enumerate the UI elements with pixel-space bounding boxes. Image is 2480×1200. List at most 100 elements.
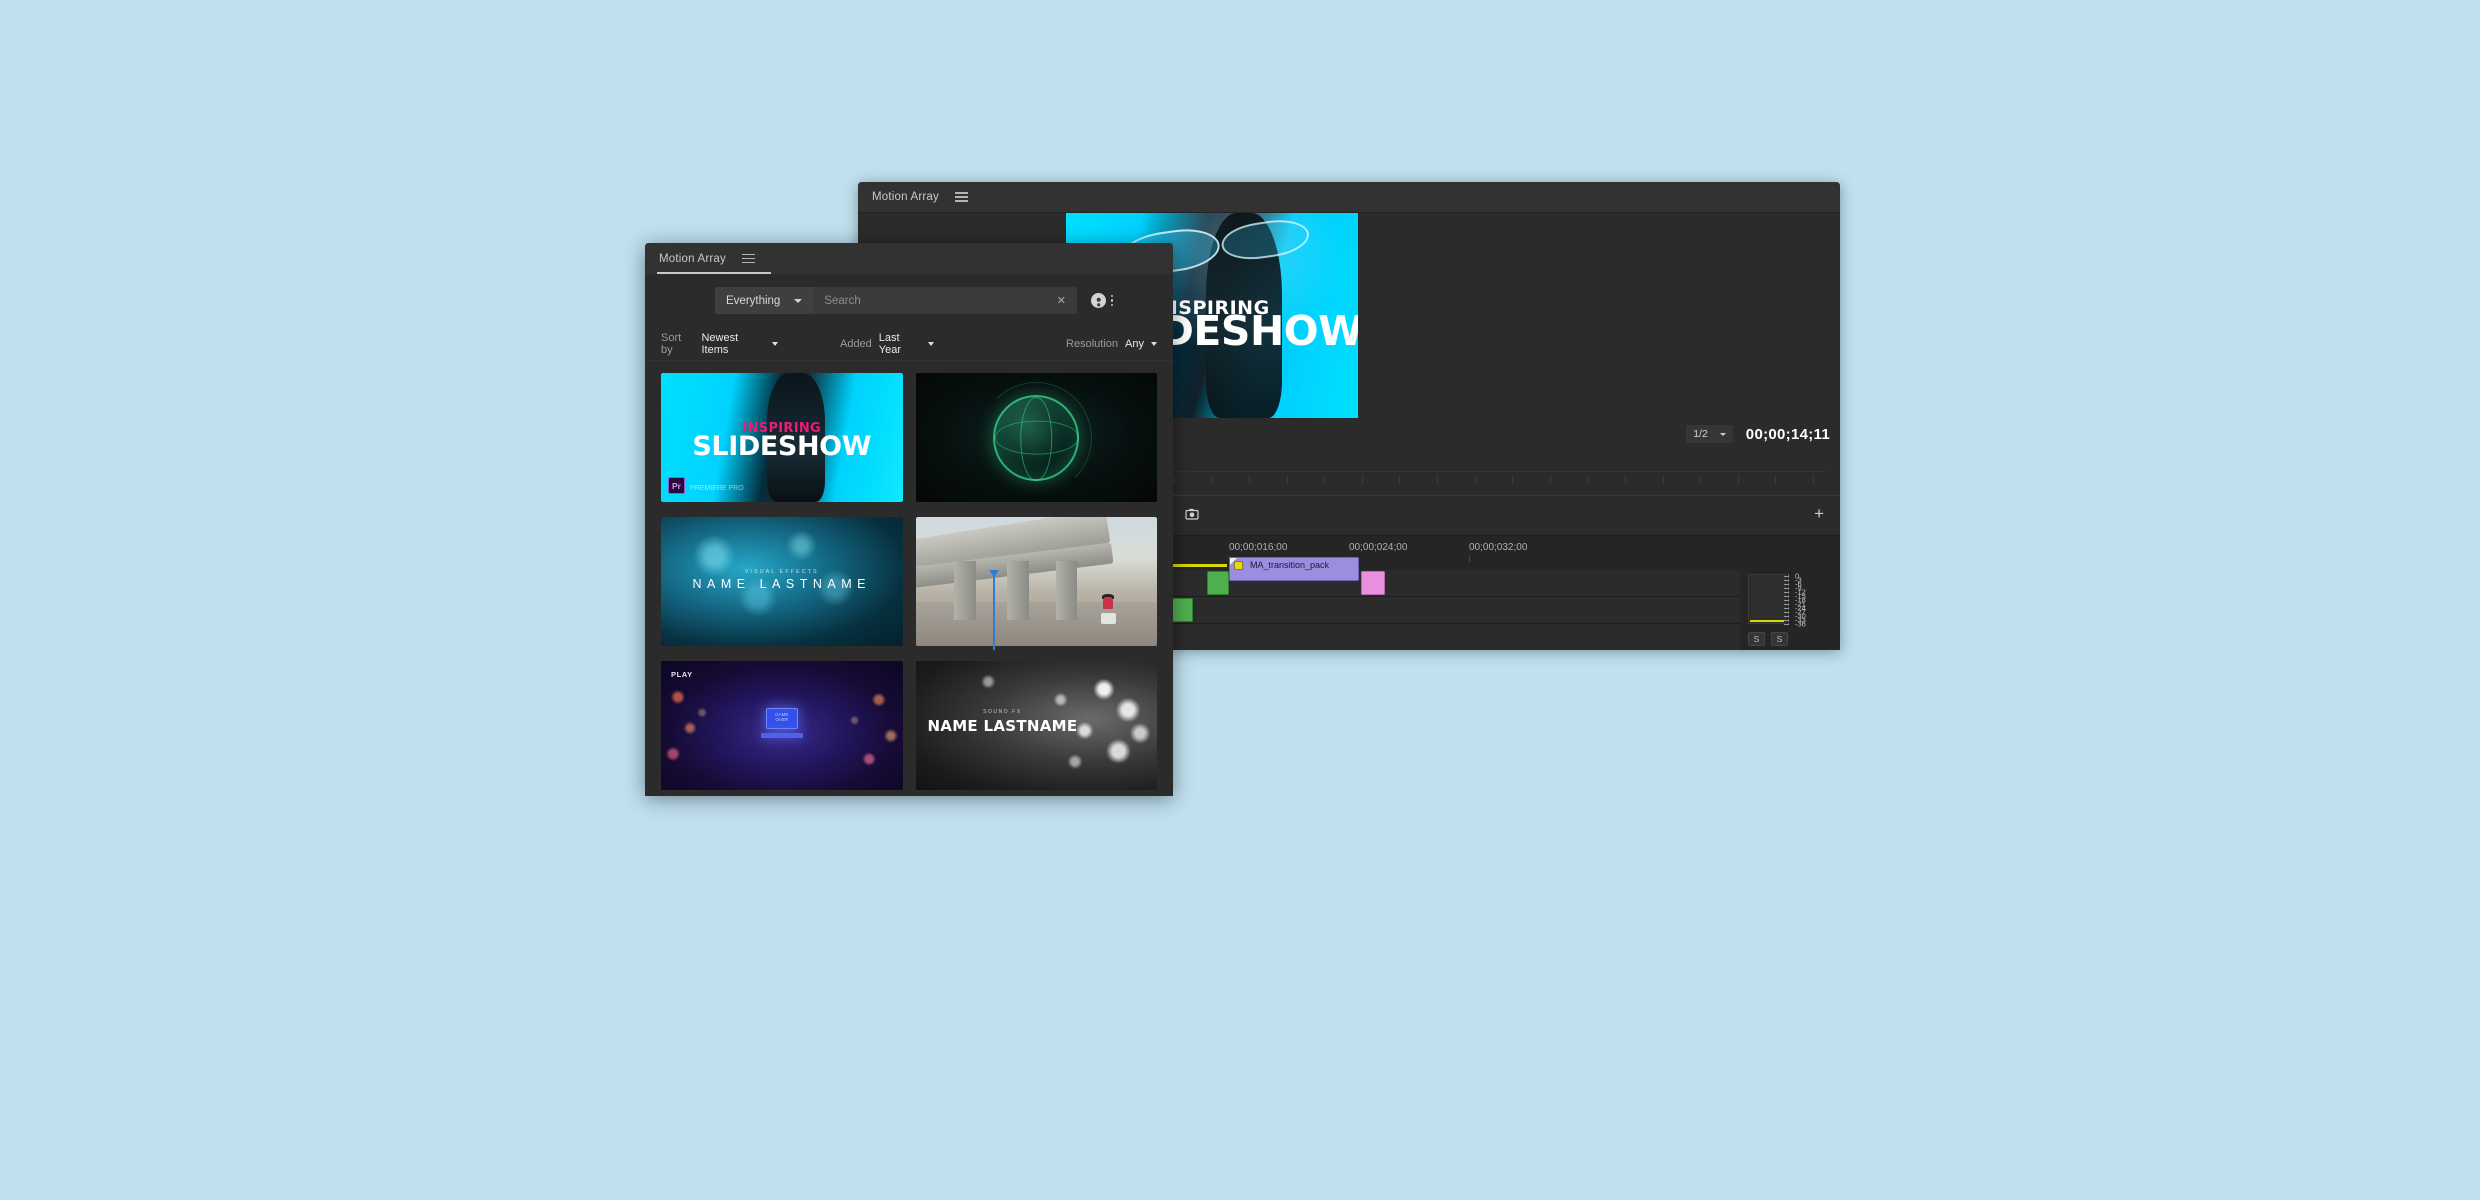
premiere-pro-badge: Pr xyxy=(668,477,685,494)
playhead[interactable] xyxy=(990,570,998,650)
meter-tick xyxy=(1784,575,1789,577)
filter-value[interactable]: Any xyxy=(1125,338,1157,350)
filter-label: Resolution xyxy=(1066,337,1119,350)
clip-label: MA_transition_pack xyxy=(1250,560,1330,570)
filter-value-text: Newest Items xyxy=(701,331,739,356)
scrubber-tick xyxy=(1737,475,1739,484)
filter-bar: Sort by Newest Items Added Last Year Resolut… xyxy=(645,327,1173,361)
timeline-clip[interactable] xyxy=(1207,571,1229,595)
meter-tick xyxy=(1784,579,1789,581)
skater-figure xyxy=(1100,594,1116,625)
meter-tick xyxy=(1784,619,1789,621)
meter-scale: 0 -3 -6 -9 -12 -15 -18 -21 -24 -27 -30 -33 -36 xyxy=(1784,571,1834,629)
thumbnail-image: GAME OVER xyxy=(661,661,903,790)
scrubber-tick xyxy=(1700,475,1702,484)
timeline-clip[interactable]: MA_transition_pack xyxy=(1229,557,1359,581)
close-icon[interactable]: ✕ xyxy=(1046,294,1077,307)
laptop-icon: GAME OVER xyxy=(760,707,803,738)
browse-tabbar: Motion Array xyxy=(645,243,1173,274)
ground xyxy=(915,602,1157,646)
meter-tick xyxy=(1784,595,1789,597)
premiere-tabbar: Motion Array xyxy=(858,182,1840,213)
scrubber-tick xyxy=(1512,475,1514,484)
premiere-tab-label[interactable]: Motion Array xyxy=(872,191,939,203)
chevron-down-icon xyxy=(771,341,778,346)
filter-label: Added xyxy=(839,337,872,350)
meter-scale-label: -36 xyxy=(1795,619,1806,629)
laptop-screen-text: GAME OVER xyxy=(775,711,789,722)
motion-array-browse-window: Motion Array Everything ✕ Sort by Newest … xyxy=(645,243,1173,796)
camera-icon[interactable] xyxy=(1182,504,1201,523)
chevron-down-icon xyxy=(928,341,935,346)
timeline-clip[interactable] xyxy=(1361,571,1385,595)
filter-value-text: Last Year xyxy=(878,331,902,356)
zoom-level-value: 1/2 xyxy=(1693,428,1708,440)
thumbnail-play-neon-laptop[interactable]: GAME OVER PLAY xyxy=(661,661,903,790)
scrubber-tick xyxy=(1173,475,1175,484)
thumbnail-name-lastname-bokeh[interactable]: SOUND FX NAME LASTNAME xyxy=(915,661,1157,790)
filter-value[interactable]: Newest Items xyxy=(701,332,778,356)
premiere-pro-badge-label: PREMIERE PRO xyxy=(690,485,744,492)
filter-resolution: Resolution Any xyxy=(1066,338,1157,350)
scrubber-tick xyxy=(1813,475,1815,484)
active-tab-underline xyxy=(657,272,771,274)
search-row: Everything ✕ xyxy=(645,274,1173,327)
meter-level-right xyxy=(1767,619,1784,622)
browse-tab-motion-array[interactable]: Motion Array xyxy=(659,253,755,265)
hamburger-icon[interactable] xyxy=(741,253,755,264)
filter-added: Added Last Year xyxy=(839,331,935,356)
category-select[interactable]: Everything xyxy=(715,287,814,314)
thumbnail-green-globe[interactable] xyxy=(915,373,1157,502)
meter-tick xyxy=(1784,607,1789,609)
desktop-background: Motion Array INSPIRING LIDESHOW E PRO 1/… xyxy=(0,0,2480,1200)
meter-tick xyxy=(1784,615,1789,617)
meter-solo-button[interactable]: S xyxy=(1771,632,1788,646)
meter-solo-buttons: SS xyxy=(1748,632,1788,646)
hamburger-icon[interactable] xyxy=(954,192,968,202)
ruler-timecode: 00;00;016;00 xyxy=(1229,542,1288,553)
search-shell: Everything ✕ xyxy=(715,287,1077,314)
meter-tick xyxy=(1784,587,1789,589)
avatar[interactable] xyxy=(1091,293,1106,308)
search-input[interactable] xyxy=(813,287,1046,314)
scrubber-tick xyxy=(1324,475,1326,484)
scrubber-tick xyxy=(1625,475,1627,484)
filter-sort-by: Sort by Newest Items xyxy=(661,332,778,356)
filter-label: Sort by xyxy=(661,331,682,356)
filter-value[interactable]: Last Year xyxy=(878,331,935,356)
meter-solo-button[interactable]: S xyxy=(1748,632,1765,646)
thumbnail-image xyxy=(915,517,1157,646)
kebab-menu-icon[interactable] xyxy=(1111,294,1114,307)
ruler-tick xyxy=(1469,556,1470,562)
audio-meters: 0 -3 -6 -9 -12 -15 -18 -21 -24 -27 -30 -33 -36 SS xyxy=(1740,570,1840,650)
meter-tick xyxy=(1784,624,1789,625)
scrubber-tick xyxy=(1437,475,1439,484)
scrubber-tick xyxy=(1249,475,1251,484)
meter-tick xyxy=(1784,599,1789,601)
meter-tick xyxy=(1784,603,1789,605)
scrubber-tick xyxy=(1587,475,1589,484)
chevron-down-icon xyxy=(1719,432,1726,436)
clip-type-badge xyxy=(1234,561,1243,570)
monitor-timecode[interactable]: 00;00;14;11 xyxy=(1746,426,1830,443)
bridge-column xyxy=(1055,560,1078,621)
meter-bars xyxy=(1748,574,1786,624)
scrubber-tick xyxy=(1286,475,1288,484)
account-area xyxy=(1091,293,1114,308)
meter-tick xyxy=(1784,583,1789,585)
scrubber-tick xyxy=(1549,475,1551,484)
thumbnail-inspiring-slideshow[interactable]: INSPIRING SLIDESHOW Pr PREMIERE PRO xyxy=(661,373,903,502)
category-value: Everything xyxy=(726,294,781,307)
scrubber-tick xyxy=(1399,475,1401,484)
bridge-column xyxy=(1007,560,1029,621)
thumbnail-title-top: VISUAL EFFECTS xyxy=(744,569,819,575)
browse-tab-label: Motion Array xyxy=(659,252,726,265)
zoom-level-select[interactable]: 1/2 xyxy=(1686,425,1733,443)
meter-tick xyxy=(1784,611,1789,613)
thumbnail-skater-under-bridge[interactable] xyxy=(915,517,1157,646)
add-button[interactable]: + xyxy=(1814,505,1824,522)
thumbnail-name-lastname-blue[interactable]: VISUAL EFFECTS NAME LASTNAME xyxy=(661,517,903,646)
thumbnail-title-main: NAME LASTNAME xyxy=(927,717,1078,735)
meter-tick xyxy=(1784,591,1789,593)
chevron-down-icon xyxy=(794,298,803,303)
